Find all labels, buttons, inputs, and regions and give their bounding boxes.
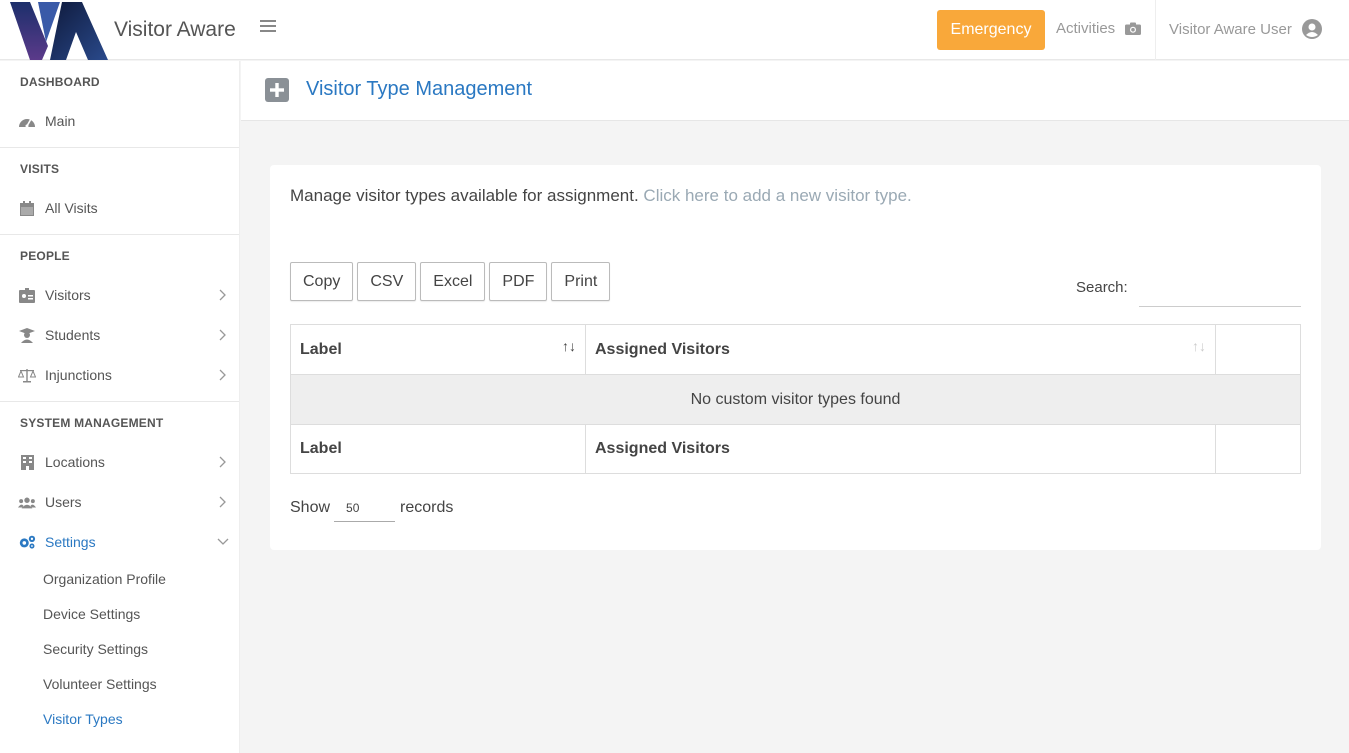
sidebar-subitem-device-settings[interactable]: Device Settings xyxy=(0,597,239,632)
sidebar-item-locations[interactable]: Locations xyxy=(0,442,239,482)
sort-icon: ↑↓ xyxy=(1192,338,1206,354)
section-people: PEOPLE xyxy=(20,249,70,263)
sidebar-subitem-security-settings[interactable]: Security Settings xyxy=(0,632,239,667)
column-header-assigned-visitors[interactable]: Assigned Visitors ↑↓ xyxy=(585,324,1216,375)
menu-toggle-icon[interactable] xyxy=(260,20,276,36)
sidebar-label-settings: Settings xyxy=(45,534,96,550)
header-divider xyxy=(1155,0,1156,60)
chevron-down-icon xyxy=(217,538,229,545)
activities-label: Activities xyxy=(1056,20,1116,37)
empty-table-message: No custom visitor types found xyxy=(290,374,1301,425)
pdf-button[interactable]: PDF xyxy=(489,262,548,301)
sidebar-item-main[interactable]: Main xyxy=(0,101,239,141)
add-visitor-type-link[interactable]: Click here to add a new visitor type. xyxy=(643,186,911,205)
building-icon xyxy=(18,454,36,470)
plus-square-icon xyxy=(265,78,289,102)
search-input[interactable] xyxy=(1139,277,1301,307)
search-label: Search: xyxy=(1076,279,1128,296)
sidebar-subitem-organization-profile[interactable]: Organization Profile xyxy=(0,562,239,597)
csv-button[interactable]: CSV xyxy=(357,262,417,301)
records-length-control: Show 50 records xyxy=(290,494,453,522)
column-footer-actions xyxy=(1215,424,1301,474)
sidebar-item-settings[interactable]: Settings xyxy=(0,522,239,562)
print-button[interactable]: Print xyxy=(551,262,611,301)
chevron-right-icon xyxy=(219,496,226,508)
column-header-assigned-text: Assigned Visitors xyxy=(595,340,730,358)
column-header-label-text: Label xyxy=(300,340,342,358)
section-visits: VISITS xyxy=(20,162,60,176)
section-system-management: SYSTEM MANAGEMENT xyxy=(20,416,164,430)
sidebar-item-injunctions[interactable]: Injunctions xyxy=(0,355,239,395)
sidebar-subitem-volunteer-settings[interactable]: Volunteer Settings xyxy=(0,667,239,702)
brand-name: Visitor Aware xyxy=(114,18,236,41)
sidebar-item-students[interactable]: Students xyxy=(0,315,239,355)
visitor-types-card: Manage visitor types available for assig… xyxy=(270,165,1321,550)
export-buttons: Copy CSV Excel PDF Print xyxy=(290,262,611,301)
balance-scale-icon xyxy=(18,367,36,383)
chevron-right-icon xyxy=(219,369,226,381)
sidebar-label-injunctions: Injunctions xyxy=(45,367,112,383)
sidebar-label-visitors: Visitors xyxy=(45,287,91,303)
intro-description: Manage visitor types available for assig… xyxy=(290,186,639,205)
dashboard-gauge-icon xyxy=(18,113,36,129)
show-label: Show xyxy=(290,499,331,516)
chevron-right-icon xyxy=(219,289,226,301)
sidebar-label-locations: Locations xyxy=(45,454,105,470)
column-header-actions xyxy=(1215,324,1301,375)
sidebar-label-users: Users xyxy=(45,494,82,510)
user-name: Visitor Aware User xyxy=(1169,20,1292,38)
column-footer-assigned-visitors: Assigned Visitors xyxy=(585,424,1216,474)
visitor-aware-logo[interactable] xyxy=(10,2,108,62)
activities-button[interactable]: Activities xyxy=(1056,20,1142,37)
sidebar-item-all-visits[interactable]: All Visits xyxy=(0,188,239,228)
sidebar-item-users[interactable]: Users xyxy=(0,482,239,522)
sidebar: DASHBOARD Main VISITS All Visits PEOPLE … xyxy=(0,61,240,753)
sidebar-label-all-visits: All Visits xyxy=(45,200,98,216)
sidebar-item-visitors[interactable]: Visitors xyxy=(0,275,239,315)
gears-icon xyxy=(18,534,36,550)
sidebar-label-main: Main xyxy=(45,113,76,129)
table-row: No custom visitor types found xyxy=(290,374,1301,425)
copy-button[interactable]: Copy xyxy=(290,262,354,301)
excel-button[interactable]: Excel xyxy=(420,262,486,301)
user-menu[interactable]: Visitor Aware User xyxy=(1169,19,1322,39)
sidebar-subitem-visitor-types[interactable]: Visitor Types xyxy=(0,702,239,737)
visitor-types-table: Label ↑↓ Assigned Visitors ↑↓ No custom … xyxy=(290,324,1301,474)
calendar-icon xyxy=(18,200,36,216)
sort-icon: ↑↓ xyxy=(562,338,576,354)
page-header: Visitor Type Management xyxy=(241,61,1349,121)
graduate-icon xyxy=(18,327,36,343)
emergency-button[interactable]: Emergency xyxy=(937,10,1045,50)
intro-text: Manage visitor types available for assig… xyxy=(290,186,912,206)
chevron-right-icon xyxy=(219,329,226,341)
users-icon xyxy=(18,494,36,510)
column-footer-label: Label xyxy=(290,424,586,474)
page-title: Visitor Type Management xyxy=(306,78,533,100)
camera-icon xyxy=(1125,22,1142,35)
user-avatar-icon xyxy=(1301,19,1322,39)
records-per-page-select[interactable]: 50 xyxy=(334,494,396,522)
section-dashboard: DASHBOARD xyxy=(20,75,100,89)
chevron-right-icon xyxy=(219,456,226,468)
column-header-label[interactable]: Label ↑↓ xyxy=(290,324,586,375)
records-label: records xyxy=(400,499,454,516)
sidebar-label-students: Students xyxy=(45,327,101,343)
top-bar: Visitor Aware Emergency Activities Visit… xyxy=(0,0,1349,60)
id-badge-icon xyxy=(18,287,36,303)
